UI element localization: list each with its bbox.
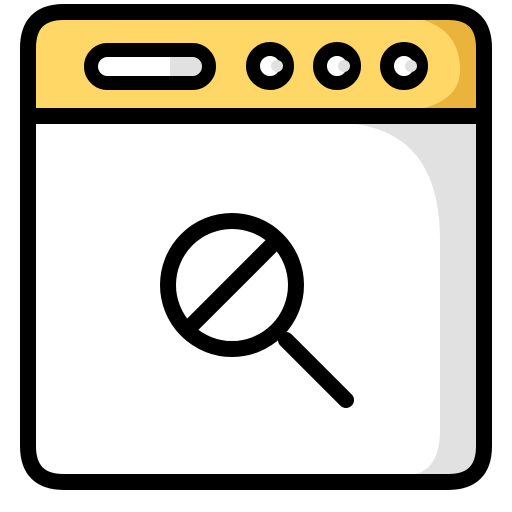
window-control-dot-icon [380,42,428,90]
window-control-dot-icon [313,42,361,90]
window-control-dot-icon [246,42,294,90]
address-bar-icon [84,43,216,90]
browser-window-search-blocked-icon [20,4,492,490]
icon-canvas [0,0,512,512]
